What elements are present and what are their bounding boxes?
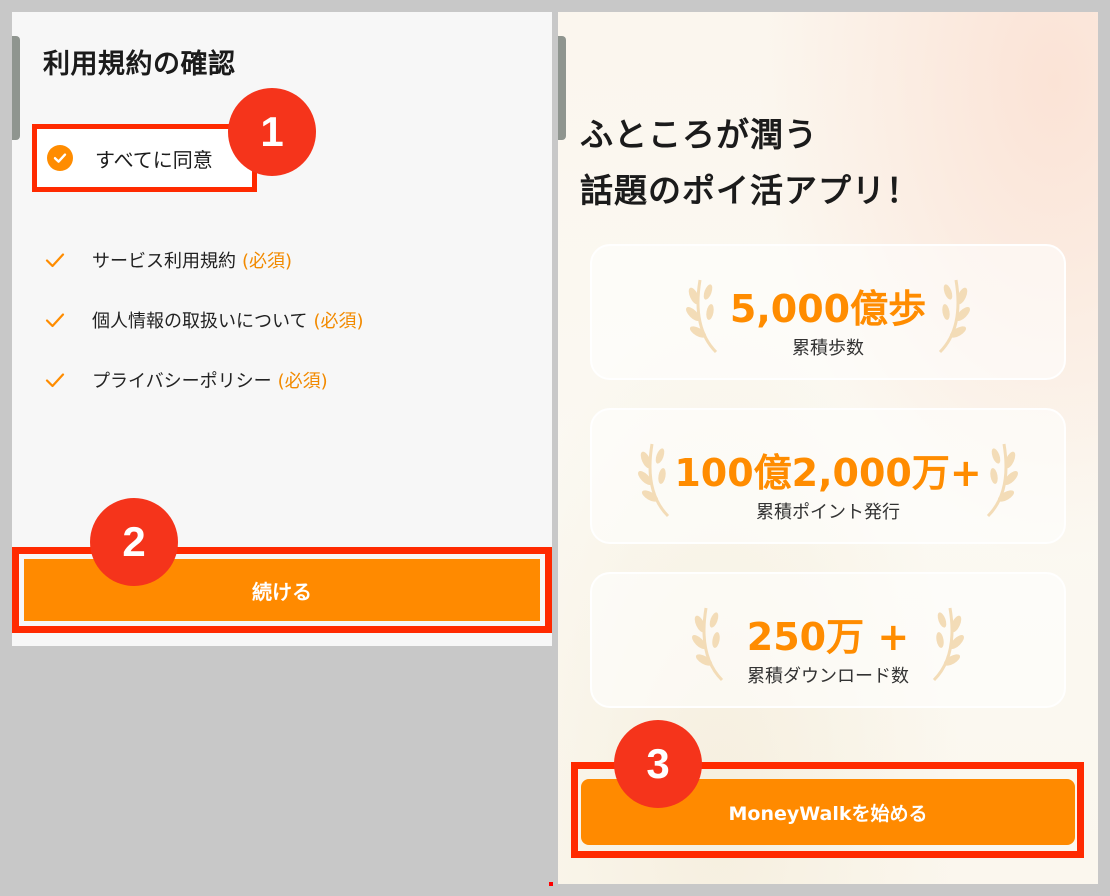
stat-card-points: 100億2,000万+ 累積ポイント発行 — [590, 408, 1066, 544]
page-title: 利用規約の確認 — [43, 49, 236, 80]
check-circle-icon — [47, 145, 73, 171]
stat-card-downloads: 250万 + 累積ダウンロード数 — [590, 572, 1066, 708]
stat-value: 250万 + — [746, 615, 910, 659]
stat-card-steps: 5,000億歩 累積歩数 — [590, 244, 1066, 380]
step-badge-3: 3 — [614, 720, 702, 808]
scroll-handle[interactable] — [12, 36, 20, 140]
stat-label: 累積ポイント発行 — [756, 502, 900, 523]
headline-line-1: ふところが潤う — [580, 115, 818, 154]
scroll-handle[interactable] — [558, 36, 566, 140]
check-icon — [45, 373, 65, 388]
stat-label: 累積歩数 — [792, 338, 864, 359]
term-item-service[interactable]: サービス利用規約 (必須) — [44, 230, 364, 290]
required-tag: (必須) — [313, 311, 364, 332]
check-icon — [45, 313, 65, 328]
term-label: プライバシーポリシー — [92, 371, 272, 392]
required-tag: (必須) — [277, 371, 328, 392]
term-label: サービス利用規約 — [92, 251, 236, 272]
term-label: 個人情報の取扱いについて — [92, 311, 308, 332]
step-badge-1: 1 — [228, 88, 316, 176]
step-badge-2: 2 — [90, 498, 178, 586]
agree-all-checkbox[interactable]: すべてに同意 — [32, 124, 257, 192]
stat-label: 累積ダウンロード数 — [747, 666, 909, 687]
stat-value: 5,000億歩 — [729, 287, 927, 331]
term-item-privacy-handling[interactable]: 個人情報の取扱いについて (必須) — [44, 290, 364, 350]
check-icon — [45, 253, 65, 268]
agree-all-label: すべてに同意 — [95, 147, 213, 172]
red-marker-dot — [549, 882, 553, 886]
required-tag: (必須) — [242, 251, 293, 272]
stat-value: 100億2,000万+ — [674, 451, 982, 495]
headline: ふところが潤う 話題のポイ活アプリ！ — [580, 107, 920, 219]
headline-line-2: 話題のポイ活アプリ！ — [580, 171, 920, 210]
terms-list: サービス利用規約 (必須) 個人情報の取扱いについて (必須) プライバシーポリ… — [44, 230, 364, 410]
term-item-privacy-policy[interactable]: プライバシーポリシー (必須) — [44, 350, 364, 410]
